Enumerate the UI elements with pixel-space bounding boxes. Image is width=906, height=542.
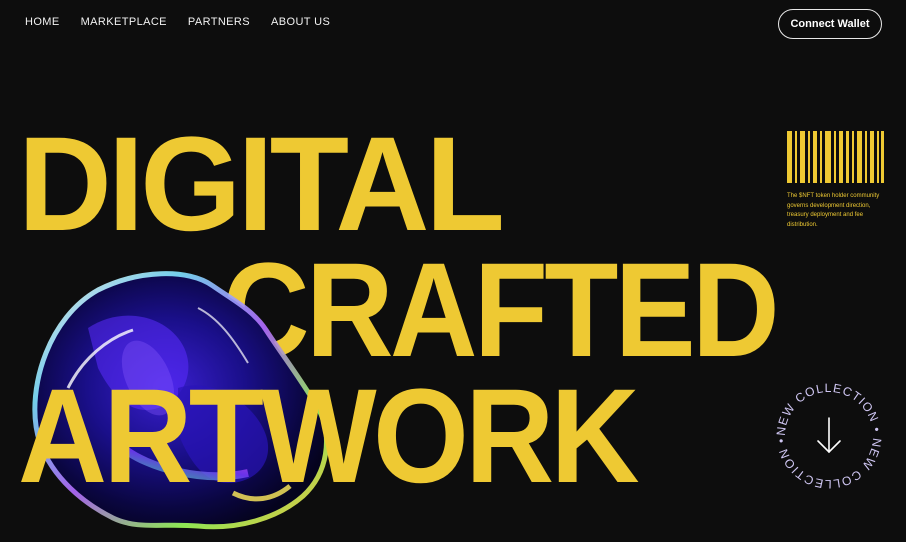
barcode-icon	[787, 131, 884, 183]
hero-title-line-1: DIGITAL	[18, 110, 505, 259]
main-nav: HOME MARKETPLACE PARTNERS ABOUT US	[25, 16, 330, 28]
arrow-down-icon	[817, 417, 841, 454]
sidebar-blurb: The $NFT token holder community governs …	[787, 193, 880, 228]
nav-home[interactable]: HOME	[25, 16, 60, 28]
nav-marketplace[interactable]: MARKETPLACE	[81, 16, 167, 28]
connect-wallet-button[interactable]: Connect Wallet	[778, 9, 882, 39]
hero-title-line-3: ARTWORK	[18, 362, 640, 511]
nav-partners[interactable]: PARTNERS	[188, 16, 250, 28]
new-collection-badge[interactable]: NEW COLLECTION • NEW COLLECTION •	[773, 380, 885, 492]
nav-about-us[interactable]: ABOUT US	[271, 16, 330, 28]
